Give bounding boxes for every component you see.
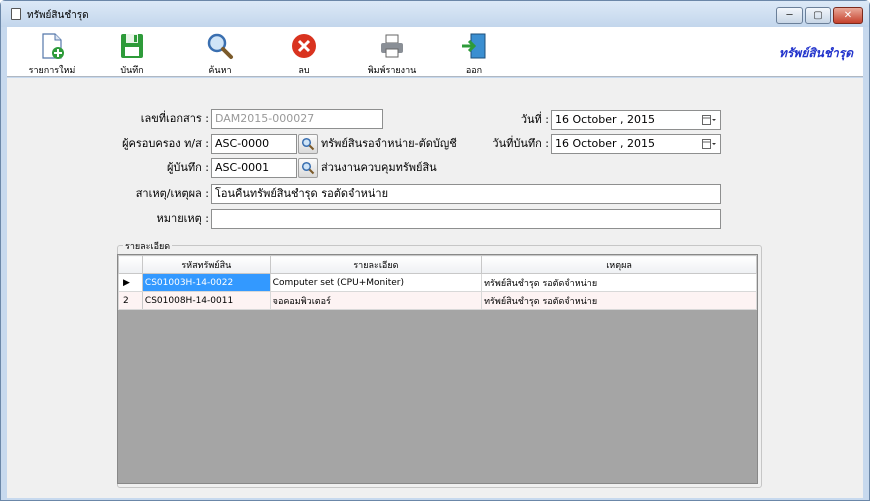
magnifier-icon bbox=[301, 161, 315, 175]
cell-reason[interactable]: ทรัพย์สินชำรุด รอตัดจำหน่าย bbox=[481, 291, 757, 310]
toolbar: รายการใหม่ บันทึก ค้นหา ลบ พิมพ์รายงาน อ… bbox=[7, 27, 863, 77]
date-picker[interactable]: 16 October , 2015 bbox=[551, 110, 721, 130]
row-header-corner bbox=[118, 255, 143, 274]
red-x-icon bbox=[292, 34, 316, 58]
remark-label: หมายเหตุ : bbox=[156, 212, 209, 225]
details-table: รหัสทรัพย์สิน รายละเอียด เหตุผล ▶ CS0100… bbox=[118, 255, 757, 310]
recorder-name: ส่วนงานควบคุมทรัพย์สิน bbox=[321, 161, 437, 174]
magnifier-icon bbox=[207, 33, 233, 59]
save-button[interactable]: บันทึก bbox=[97, 31, 167, 76]
delete-label: ลบ bbox=[298, 66, 310, 76]
search-label: ค้นหา bbox=[208, 66, 232, 76]
table-row[interactable]: 2 CS01008H-14-0011 จอคอมพิวเตอร์ ทรัพย์ส… bbox=[118, 291, 757, 310]
remark-field[interactable] bbox=[211, 209, 721, 229]
table-header: รหัสทรัพย์สิน รายละเอียด เหตุผล bbox=[118, 255, 757, 274]
new-document-icon bbox=[42, 33, 64, 59]
row-marker[interactable]: ▶ bbox=[118, 273, 143, 292]
exit-label: ออก bbox=[465, 66, 483, 76]
form-panel: เลขที่เอกสาร : DAM2015-000027 ผู้ครอบครอ… bbox=[7, 78, 863, 498]
save-label: บันทึก bbox=[120, 66, 144, 76]
date-label: วันที่ : bbox=[520, 113, 549, 126]
print-report-label: พิมพ์รายงาน bbox=[367, 66, 417, 76]
custodian-label: ผู้ครอบครอง ท/ส : bbox=[122, 137, 209, 150]
magnifier-icon bbox=[301, 137, 315, 151]
cell-reason[interactable]: ทรัพย์สินชำรุด รอตัดจำหน่าย bbox=[481, 273, 757, 292]
maximize-button[interactable]: ▢ bbox=[805, 7, 831, 24]
new-item-label: รายการใหม่ bbox=[28, 66, 76, 76]
print-report-button[interactable]: พิมพ์รายงาน bbox=[357, 31, 427, 76]
custodian-lookup-button[interactable] bbox=[298, 134, 318, 154]
exit-button[interactable]: ออก bbox=[439, 31, 509, 76]
custodian-code-field[interactable]: ASC-0000 bbox=[211, 134, 297, 154]
record-date-label: วันที่บันทึก : bbox=[492, 137, 549, 150]
record-date-picker[interactable]: 16 October , 2015 bbox=[551, 134, 721, 154]
cell-code[interactable]: CS01003H-14-0022 bbox=[141, 273, 271, 292]
custodian-name: ทรัพย์สินรอจำหน่าย-ตัดบัญชี bbox=[321, 137, 457, 150]
main-window: ทรัพย์สินชำรุด ─ ▢ ✕ รายการใหม่ บันทึก ค… bbox=[0, 0, 870, 501]
title-bar: ทรัพย์สินชำรุด ─ ▢ ✕ bbox=[1, 1, 869, 27]
recorder-lookup-button[interactable] bbox=[298, 158, 318, 178]
delete-button[interactable]: ลบ bbox=[269, 31, 339, 76]
brand-title: ทรัพย์สินชำรุด bbox=[779, 46, 853, 60]
details-grid: รหัสทรัพย์สิน รายละเอียด เหตุผล ▶ CS0100… bbox=[117, 254, 758, 484]
date-value: 16 October , 2015 bbox=[555, 113, 655, 126]
doc-no-label: เลขที่เอกสาร : bbox=[140, 112, 209, 125]
cell-detail[interactable]: จอคอมพิวเตอร์ bbox=[269, 291, 483, 310]
app-icon bbox=[11, 8, 21, 20]
column-header-reason[interactable]: เหตุผล bbox=[481, 255, 757, 274]
cause-field[interactable]: โอนคืนทรัพย์สินชำรุด รอตัดจำหน่าย bbox=[211, 184, 721, 204]
row-marker[interactable]: 2 bbox=[118, 291, 143, 310]
record-date-value: 16 October , 2015 bbox=[555, 137, 655, 150]
column-header-code[interactable]: รหัสทรัพย์สิน bbox=[141, 255, 271, 274]
exit-door-icon bbox=[462, 33, 486, 59]
column-header-detail[interactable]: รายละเอียด bbox=[269, 255, 483, 274]
cell-code[interactable]: CS01008H-14-0011 bbox=[141, 291, 271, 310]
cell-detail[interactable]: Computer set (CPU+Moniter) bbox=[269, 273, 483, 292]
table-row[interactable]: ▶ CS01003H-14-0022 Computer set (CPU+Mon… bbox=[118, 273, 757, 292]
minimize-button[interactable]: ─ bbox=[776, 7, 803, 24]
doc-no-field[interactable]: DAM2015-000027 bbox=[211, 109, 383, 129]
new-item-button[interactable]: รายการใหม่ bbox=[17, 31, 87, 76]
window-title: ทรัพย์สินชำรุด bbox=[27, 10, 89, 21]
calendar-dropdown-icon[interactable] bbox=[702, 138, 716, 150]
printer-icon bbox=[381, 34, 403, 58]
recorder-label: ผู้บันทึก : bbox=[166, 161, 209, 174]
close-button[interactable]: ✕ bbox=[833, 7, 863, 24]
recorder-code-field[interactable]: ASC-0001 bbox=[211, 158, 297, 178]
cause-label: สาเหตุ/เหตุผล : bbox=[135, 187, 209, 200]
floppy-disk-icon bbox=[121, 34, 143, 58]
details-group-title: รายละเอียด bbox=[123, 239, 173, 253]
calendar-dropdown-icon[interactable] bbox=[702, 114, 716, 126]
search-button[interactable]: ค้นหา bbox=[185, 31, 255, 76]
